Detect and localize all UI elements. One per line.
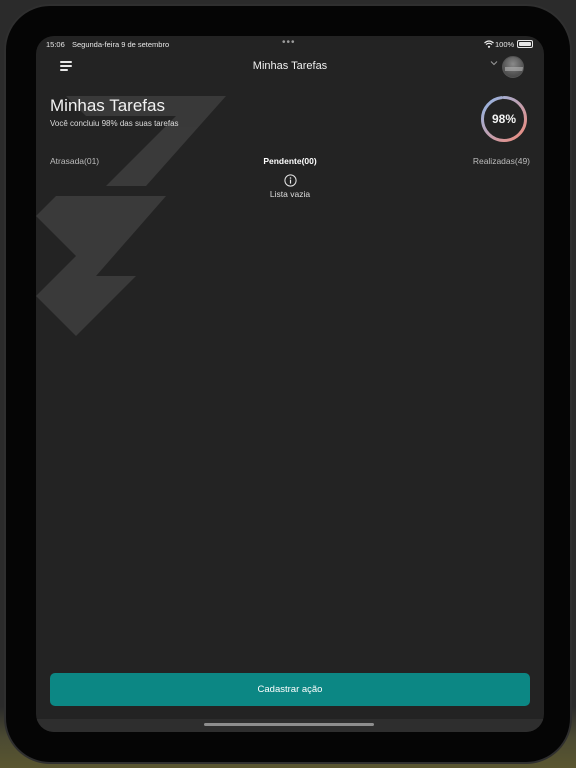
home-indicator[interactable] bbox=[204, 723, 374, 726]
tab-pending-wrap: Pendente(00) bbox=[36, 156, 544, 166]
status-bar: 15:06 Segunda-feira 9 de setembro ••• 10… bbox=[36, 36, 544, 52]
nav-title: Minhas Tarefas bbox=[252, 60, 328, 72]
app-screen: 15:06 Segunda-feira 9 de setembro ••• 10… bbox=[36, 36, 544, 732]
tab-pending[interactable]: Pendente(00) bbox=[263, 156, 316, 166]
user-avatar[interactable] bbox=[502, 56, 524, 78]
register-action-button[interactable]: Cadastrar ação bbox=[50, 673, 530, 706]
status-time: 15:06 bbox=[46, 40, 65, 49]
brand-watermark bbox=[36, 96, 226, 336]
battery-percentage: 100% bbox=[495, 40, 515, 49]
completion-summary: Você concluiu 98% das suas tarefas bbox=[50, 119, 179, 128]
tab-late[interactable]: Atrasada(01) bbox=[50, 156, 99, 166]
wifi-icon bbox=[484, 40, 494, 48]
empty-state: Lista vazia bbox=[36, 174, 544, 199]
page-title: Minhas Tarefas bbox=[50, 96, 165, 115]
empty-state-text: Lista vazia bbox=[269, 189, 311, 199]
multitasking-dots[interactable]: ••• bbox=[282, 37, 296, 48]
task-tabs: Atrasada(01) Pendente(00) Realizadas(49) bbox=[36, 154, 544, 170]
info-icon bbox=[283, 174, 297, 187]
status-date: Segunda-feira 9 de setembro bbox=[72, 40, 170, 49]
navigation-bar: Minhas Tarefas bbox=[36, 52, 544, 80]
tab-done[interactable]: Realizadas(49) bbox=[473, 156, 530, 166]
completion-percentage: 98% bbox=[491, 112, 517, 126]
battery-icon bbox=[517, 40, 533, 48]
chevron-down-icon[interactable] bbox=[490, 60, 498, 66]
